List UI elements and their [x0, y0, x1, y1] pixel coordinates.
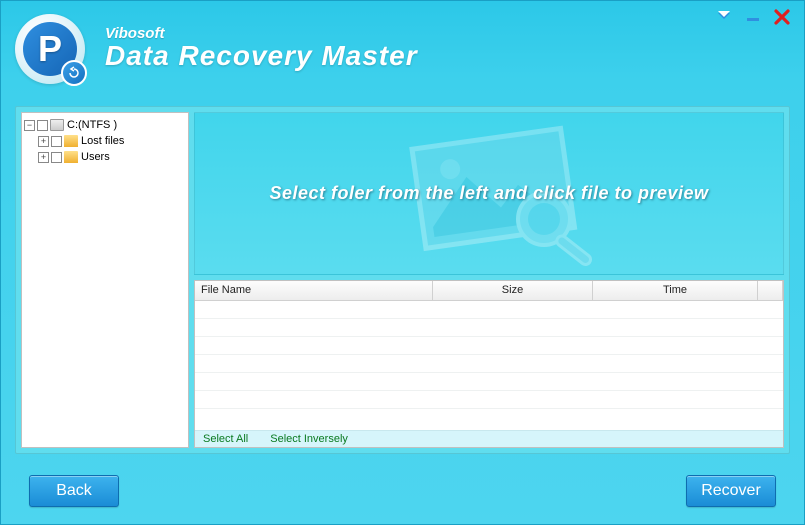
folder-icon — [64, 135, 78, 147]
select-all-link[interactable]: Select All — [203, 433, 248, 445]
right-pane: Select foler from the left and click fil… — [194, 112, 784, 448]
tree-label: Lost files — [81, 135, 124, 147]
close-button[interactable] — [774, 9, 790, 25]
folder-tree[interactable]: − C:(NTFS ) + Lost files + Users — [21, 112, 189, 448]
refresh-icon — [61, 60, 87, 86]
collapse-icon[interactable]: − — [24, 120, 35, 131]
tree-checkbox[interactable] — [51, 152, 62, 163]
logo-letter: P — [38, 28, 62, 70]
select-inversely-link[interactable]: Select Inversely — [270, 433, 348, 445]
folder-icon — [64, 151, 78, 163]
dropdown-button[interactable] — [716, 11, 732, 23]
file-table: File Name Size Time Select All Select In… — [194, 280, 784, 448]
preview-banner: Select foler from the left and click fil… — [194, 112, 784, 275]
app-title: Data Recovery Master — [105, 40, 418, 72]
column-header-time[interactable]: Time — [593, 281, 758, 301]
tree-child-row[interactable]: + Lost files — [24, 133, 186, 149]
table-row — [195, 319, 783, 337]
selection-bar: Select All Select Inversely — [195, 430, 783, 447]
tree-label: Users — [81, 151, 110, 163]
table-row — [195, 337, 783, 355]
column-header-size[interactable]: Size — [433, 281, 593, 301]
tree-label: C:(NTFS ) — [67, 119, 117, 131]
expand-icon[interactable]: + — [38, 136, 49, 147]
main-panel: − C:(NTFS ) + Lost files + Users — [15, 106, 790, 454]
expand-icon[interactable]: + — [38, 152, 49, 163]
back-button[interactable]: Back — [29, 475, 119, 507]
tree-checkbox[interactable] — [51, 136, 62, 147]
column-header-filename[interactable]: File Name — [195, 281, 433, 301]
drive-icon — [50, 119, 64, 131]
table-row — [195, 355, 783, 373]
table-body[interactable] — [195, 301, 783, 430]
minimize-button[interactable] — [746, 11, 760, 23]
table-row — [195, 301, 783, 319]
tree-child-row[interactable]: + Users — [24, 149, 186, 165]
table-row — [195, 391, 783, 409]
titlebar-controls — [716, 9, 790, 25]
column-header-extra[interactable] — [758, 281, 783, 301]
recover-button[interactable]: Recover — [686, 475, 776, 507]
banner-message: Select foler from the left and click fil… — [259, 183, 718, 204]
tree-checkbox[interactable] — [37, 120, 48, 131]
app-logo: P — [15, 14, 85, 84]
footer: Back Recover — [1, 458, 804, 524]
table-row — [195, 373, 783, 391]
header: P Vibosoft Data Recovery Master — [1, 1, 804, 96]
tree-root-row[interactable]: − C:(NTFS ) — [24, 117, 186, 133]
table-header: File Name Size Time — [195, 281, 783, 301]
app-window: P Vibosoft Data Recovery Master − C:(NTF… — [0, 0, 805, 525]
